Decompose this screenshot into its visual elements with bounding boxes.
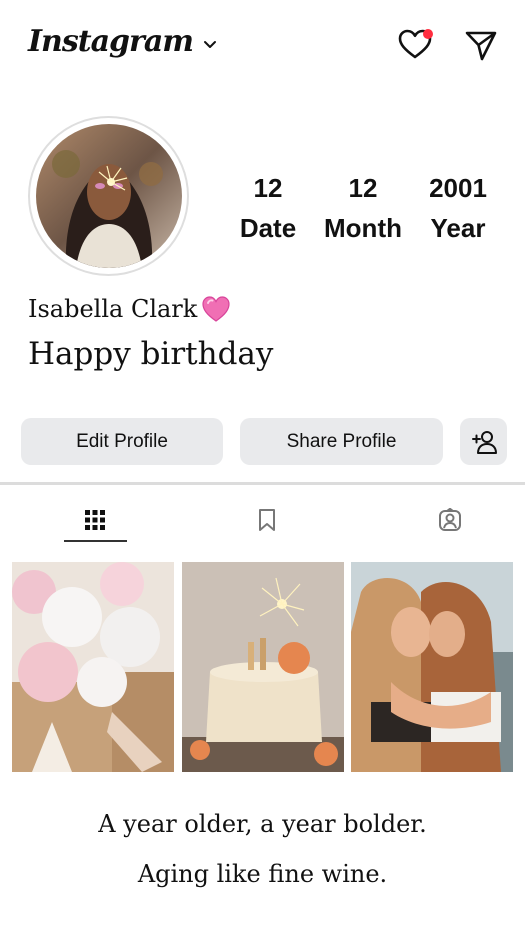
chevron-down-icon xyxy=(204,40,216,48)
stat-value: 2001 xyxy=(429,173,487,203)
grid-icon xyxy=(85,510,105,530)
tab-tagged[interactable] xyxy=(435,505,465,535)
send-icon[interactable] xyxy=(464,28,498,62)
friends-hugging-photo xyxy=(351,562,513,772)
post-thumbnail[interactable] xyxy=(12,562,174,772)
profile-name: Isabella Clark xyxy=(28,295,198,323)
balloons-photo xyxy=(12,562,174,772)
birthday-cake-photo xyxy=(182,562,344,772)
tab-posts-grid[interactable] xyxy=(80,505,110,535)
tab-saved[interactable] xyxy=(252,505,282,535)
stat-label: Year xyxy=(430,213,486,243)
stat-date: 12 Date xyxy=(223,168,313,248)
app-logo-text: Instagram xyxy=(28,24,194,59)
stat-year: 2001 Year xyxy=(413,168,503,248)
caption-line-2: Aging like fine wine. xyxy=(137,860,388,888)
add-person-button[interactable] xyxy=(460,418,507,465)
app-header: Instagram xyxy=(0,0,525,95)
post-thumbnail[interactable] xyxy=(182,562,344,772)
bookmark-icon xyxy=(259,509,275,531)
edit-profile-button[interactable]: Edit Profile xyxy=(21,418,223,465)
stat-value: 12 xyxy=(348,173,378,203)
stat-month: 12 Month xyxy=(318,168,408,248)
section-divider xyxy=(0,482,525,485)
stat-label: Month xyxy=(324,213,402,243)
add-person-icon xyxy=(471,430,497,454)
profile-name-row: Isabella Clark xyxy=(28,294,231,324)
avatar-photo xyxy=(36,124,182,268)
share-profile-button[interactable]: Share Profile xyxy=(240,418,443,465)
post-thumbnail[interactable] xyxy=(351,562,513,772)
tagged-person-icon xyxy=(439,508,461,531)
stat-label: Date xyxy=(239,213,297,243)
stat-value: 12 xyxy=(253,173,283,203)
avatar[interactable] xyxy=(36,124,182,268)
account-switcher[interactable]: Instagram xyxy=(28,24,217,59)
pink-heart-icon xyxy=(202,296,230,322)
active-tab-indicator xyxy=(64,540,127,542)
profile-stats: 12 Date 12 Month 2001 Year xyxy=(223,168,503,248)
caption-line-1: A year older, a year bolder. xyxy=(98,810,427,838)
profile-bio: Happy birthday xyxy=(28,336,274,372)
notification-dot xyxy=(423,29,433,39)
